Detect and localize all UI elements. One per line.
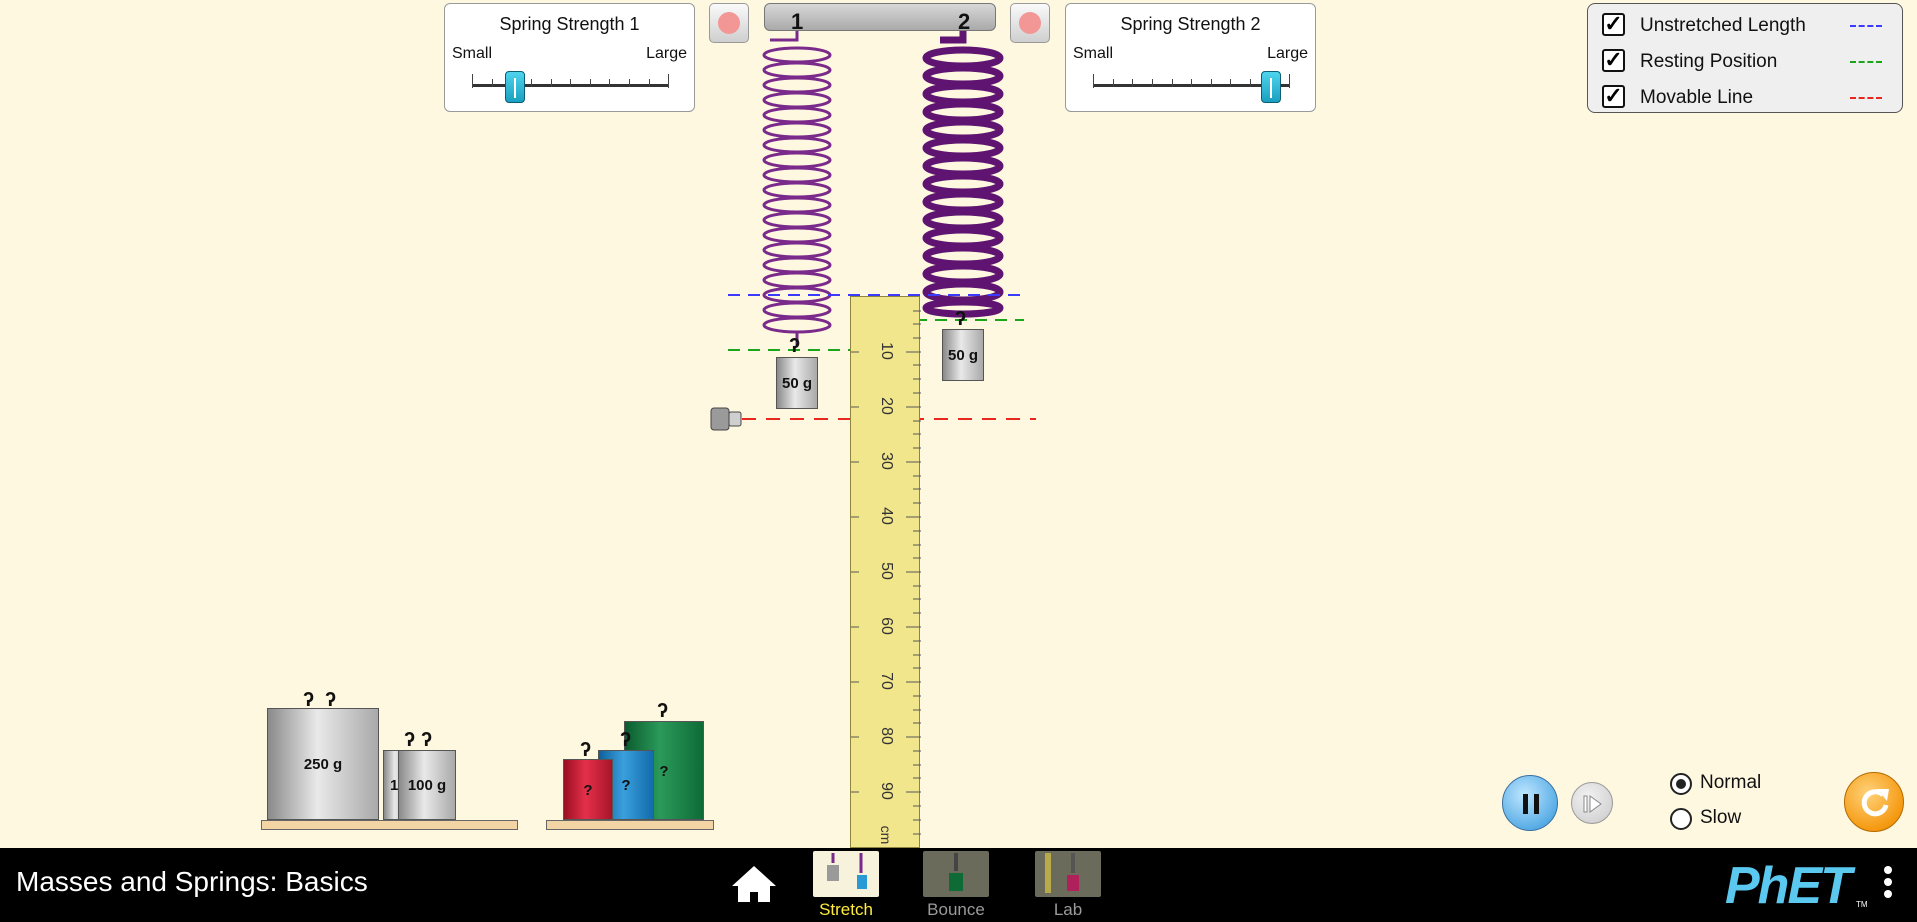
ruler[interactable]: 10 20 30 40 50 60 70 80 90 cm [850,296,921,848]
speed-slow-radio[interactable]: Slow [1670,806,1820,834]
blue-dash-icon [1850,25,1882,27]
mass-shelf-1 [261,820,518,830]
check-icon[interactable]: ✓ [1602,13,1625,36]
mystery-mass-red[interactable]: ? [563,759,613,820]
reset-all-button[interactable] [1844,772,1904,832]
ruler-number: 10 [878,342,895,360]
tab-stretch-label: Stretch [819,900,873,919]
play-pause-button[interactable] [1502,775,1558,831]
speed-normal-label: Normal [1700,772,1762,793]
menu-icon[interactable] [1882,866,1894,906]
trademark: TM [1856,900,1868,909]
tab-bounce-label: Bounce [927,900,985,919]
mass-shelf-2 [546,820,714,830]
resting-position-checkbox[interactable]: ✓ Resting Position [1600,48,1885,78]
speed-slow-label: Slow [1700,807,1742,828]
lab-thumbnail-icon [1035,851,1101,897]
tab-stretch[interactable]: Stretch [806,848,886,922]
tab-lab[interactable]: Lab [1028,848,1108,922]
ruler-number: 90 [878,782,895,800]
hook-icon: ʔ [789,335,801,357]
hook-icon: ʔ [404,729,416,751]
navigation-bar: Masses and Springs: Basics Stretch Bounc… [0,848,1917,922]
home-icon[interactable] [730,864,778,904]
radio-empty-icon[interactable] [1670,808,1692,830]
tab-lab-label: Lab [1053,900,1083,919]
sim-title: Masses and Springs: Basics [16,866,368,897]
movable-line-handle[interactable] [710,407,742,431]
phet-logo: PhET [1725,857,1852,915]
hook-icon: ʔ [325,689,337,711]
ruler-number: 80 [878,727,895,745]
hook-icon: ʔ [955,308,967,330]
ruler-number: 70 [878,672,895,690]
spring-2[interactable] [922,31,1004,318]
ruler-unit: cm [878,825,894,845]
hook-icon: ʔ [657,700,669,722]
speed-normal-radio[interactable]: Normal [1670,771,1820,799]
bounce-thumbnail-icon [923,851,989,897]
pause-icon [1523,794,1539,814]
hook-icon: ʔ [421,729,433,751]
check-icon[interactable]: ✓ [1602,85,1625,108]
ruler-number: 60 [878,617,895,635]
tab-bounce[interactable]: Bounce [916,848,996,922]
mass-100g[interactable]: 100 g [398,750,456,820]
red-dash-icon [1850,97,1882,99]
unstretched-length-checkbox[interactable]: ✓ Unstretched Length [1600,12,1885,42]
movable-line-label: Movable Line [1640,87,1754,108]
resting-position-label: Resting Position [1640,51,1778,72]
ruler-number: 50 [878,562,895,580]
green-dash-icon [1850,61,1882,63]
hook-icon: ʔ [580,739,592,761]
movable-line-checkbox[interactable]: ✓ Movable Line [1600,84,1885,114]
ruler-number: 30 [878,452,895,470]
reset-icon [1861,789,1889,817]
spring-1[interactable] [762,31,832,345]
unstretched-length-label: Unstretched Length [1640,15,1806,36]
step-forward-button[interactable] [1571,782,1613,824]
stretch-thumbnail-icon [813,851,879,897]
attached-mass-1[interactable]: 50 g [776,357,818,409]
step-icon [1583,795,1602,813]
visibility-controls-panel: ✓ Unstretched Length ✓ Resting Position … [1587,3,1903,113]
mass-250g[interactable]: 250 g [267,708,379,820]
check-icon[interactable]: ✓ [1602,49,1625,72]
hook-icon: ʔ [620,729,632,751]
ruler-number: 20 [878,397,895,415]
ruler-number: 40 [878,507,895,525]
attached-mass-2[interactable]: 50 g [942,329,984,381]
hook-icon: ʔ [303,689,315,711]
radio-selected-icon[interactable] [1670,773,1692,795]
